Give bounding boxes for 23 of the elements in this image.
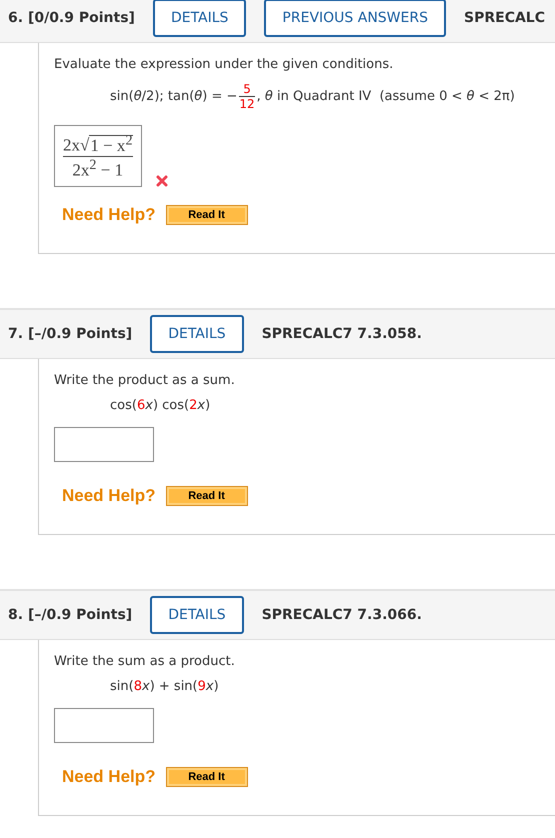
answer-field[interactable] xyxy=(54,708,154,744)
read-it-button[interactable]: Read It xyxy=(166,486,248,506)
details-button[interactable]: DETAILS xyxy=(150,315,244,354)
read-it-button[interactable]: Read It xyxy=(166,205,248,226)
need-help-label: Need Help? xyxy=(62,767,156,788)
question-prompt: Write the sum as a product. xyxy=(54,654,236,670)
math-expression: sin(8x) + sin(9x) xyxy=(110,679,220,694)
need-help-label: Need Help? xyxy=(62,486,156,506)
question-code: SPRECALC7 7.3.066. xyxy=(262,607,422,624)
read-it-button[interactable]: Read It xyxy=(166,767,248,788)
answer-field[interactable] xyxy=(54,427,154,462)
question-prompt: Evaluate the expression under the given conditions. xyxy=(54,57,394,72)
question-code: SPRECALC xyxy=(464,10,545,26)
need-help-label: Need Help? xyxy=(62,205,156,226)
question-points: 7. [–/0.9 Points] xyxy=(8,326,132,342)
details-button[interactable]: PREVIOUS ANSWERS xyxy=(264,0,446,37)
details-button[interactable]: DETAILS xyxy=(150,596,244,634)
question-prompt: Write the product as a sum. xyxy=(54,373,236,388)
question-points: 8. [–/0.9 Points] xyxy=(8,607,132,624)
question-points: 6. [0/0.9 Points] xyxy=(8,10,135,26)
question-code: SPRECALC7 7.3.058. xyxy=(262,326,422,342)
details-button[interactable]: DETAILS xyxy=(152,0,246,37)
math-expression: cos(6x) cos(2x) xyxy=(110,398,212,414)
